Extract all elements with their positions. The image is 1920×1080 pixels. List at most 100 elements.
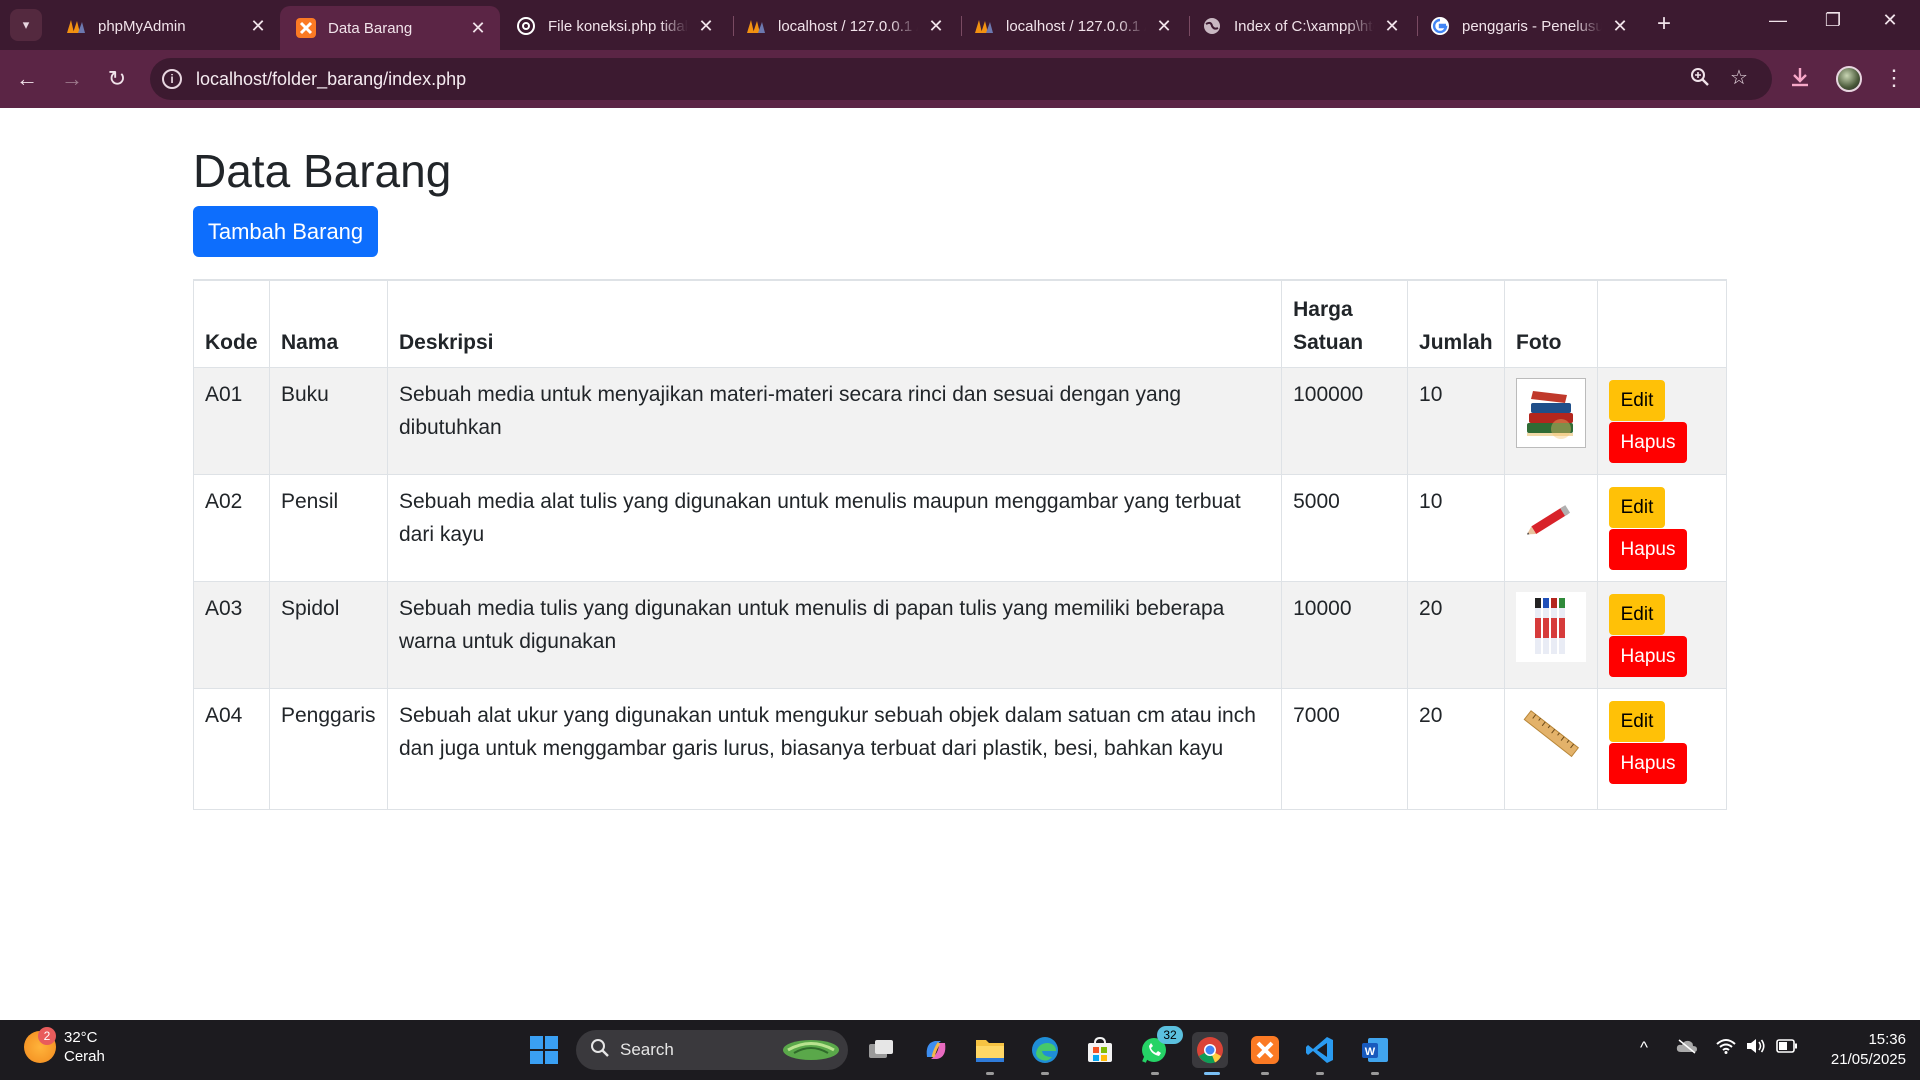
tab-localhost-1[interactable]: localhost / 127.0.0.1 / ✕ <box>730 6 958 46</box>
cell-deskripsi: Sebuah media tulis yang digunakan untuk … <box>386 581 1283 689</box>
chrome-icon[interactable] <box>1192 1032 1228 1068</box>
close-tab-icon[interactable]: ✕ <box>468 18 488 39</box>
close-tab-icon[interactable]: ✕ <box>248 16 268 37</box>
page-title: Data Barang <box>193 145 452 197</box>
battery-icon[interactable] <box>1776 1038 1798 1058</box>
edit-button[interactable]: Edit <box>1609 594 1665 635</box>
clock-time: 15:36 <box>1868 1031 1906 1048</box>
header-kode: Kode <box>193 279 270 368</box>
taskbar-search-box[interactable]: Search <box>576 1030 848 1070</box>
close-window-icon[interactable]: ✕ <box>1870 10 1910 31</box>
cell-foto <box>1504 688 1598 810</box>
pencil-image <box>1516 485 1586 555</box>
edit-button[interactable]: Edit <box>1609 487 1665 528</box>
cell-actions: Edit Hapus <box>1597 688 1727 810</box>
table-row: A04 Penggaris Sebuah alat ukur yang digu… <box>193 688 1727 810</box>
tab-chatgpt[interactable]: File koneksi.php tidak ✕ <box>500 6 728 46</box>
page-content: Data Barang Tambah Barang Kode Nama Desk… <box>0 108 1920 1020</box>
cell-jumlah: 10 <box>1407 474 1505 582</box>
menu-kebab-icon[interactable]: ⋮ <box>1883 65 1905 91</box>
weather-temp: 32°C <box>64 1029 98 1046</box>
cell-deskripsi: Sebuah media alat tulis yang digunakan u… <box>386 474 1283 582</box>
back-icon[interactable]: ← <box>13 65 41 93</box>
site-info-icon[interactable]: i <box>162 69 182 89</box>
books-image <box>1516 378 1586 448</box>
delete-button[interactable]: Hapus <box>1609 636 1687 677</box>
tab-search-button[interactable]: ▾ <box>10 9 42 41</box>
tab-google-search[interactable]: penggaris - Penelusur ✕ <box>1414 6 1642 46</box>
minimize-icon[interactable]: — <box>1758 10 1798 31</box>
running-indicator <box>986 1072 994 1075</box>
close-tab-icon[interactable]: ✕ <box>1382 16 1402 37</box>
ruler-image <box>1516 699 1586 769</box>
task-view-icon[interactable] <box>863 1032 899 1068</box>
tab-title: Index of C:\xampp\htd <box>1234 17 1374 35</box>
bookmark-star-icon[interactable]: ☆ <box>1730 65 1748 90</box>
close-tab-icon[interactable]: ✕ <box>1610 16 1630 37</box>
active-indicator <box>1204 1072 1220 1075</box>
tab-phpmyadmin[interactable]: phpMyAdmin ✕ <box>50 6 280 46</box>
weather-widget[interactable]: 2 32°C Cerah <box>24 1027 105 1066</box>
cell-actions: Edit Hapus <box>1597 581 1727 689</box>
forward-icon[interactable]: → <box>58 65 86 93</box>
edge-icon[interactable] <box>1027 1032 1063 1068</box>
tab-localhost-2[interactable]: localhost / 127.0.0.1 / ✕ <box>958 6 1186 46</box>
tab-title: penggaris - Penelusur <box>1462 17 1602 35</box>
wifi-icon[interactable] <box>1716 1038 1736 1059</box>
system-clock[interactable]: 15:36 21/05/2025 <box>1810 1030 1906 1070</box>
add-item-button[interactable]: Tambah Barang <box>193 206 378 257</box>
address-bar[interactable]: i localhost/folder_barang/index.php ☆ <box>150 58 1772 100</box>
zoom-icon[interactable] <box>1690 67 1710 93</box>
volume-icon[interactable] <box>1746 1038 1766 1059</box>
running-indicator <box>1151 1072 1159 1075</box>
cell-jumlah: 10 <box>1407 367 1505 475</box>
weather-badge: 2 <box>38 1027 56 1045</box>
cell-foto <box>1504 474 1598 582</box>
delete-button[interactable]: Hapus <box>1609 529 1687 570</box>
copilot-icon[interactable] <box>918 1032 954 1068</box>
edit-button[interactable]: Edit <box>1609 380 1665 421</box>
whatsapp-icon[interactable]: 32 <box>1137 1026 1183 1068</box>
close-tab-icon[interactable]: ✕ <box>926 16 946 37</box>
whatsapp-badge: 32 <box>1157 1026 1183 1044</box>
header-harga-satuan: Harga Satuan <box>1281 279 1409 368</box>
phpmyadmin-icon <box>974 16 994 36</box>
tab-data-barang[interactable]: Data Barang ✕ <box>280 6 500 50</box>
restore-icon[interactable]: ❐ <box>1813 10 1853 31</box>
onedrive-icon[interactable] <box>1676 1038 1698 1059</box>
cell-harga: 5000 <box>1281 474 1409 582</box>
table-row: A03 Spidol Sebuah media tulis yang digun… <box>193 581 1727 689</box>
url-text[interactable]: localhost/folder_barang/index.php <box>196 69 466 90</box>
profile-avatar[interactable] <box>1836 66 1862 92</box>
globe-icon <box>1202 16 1222 36</box>
downloads-icon[interactable] <box>1788 65 1812 95</box>
cell-nama: Buku <box>268 367 388 475</box>
xampp-icon <box>296 18 316 38</box>
cell-kode: A01 <box>193 367 270 475</box>
cell-deskripsi: Sebuah alat ukur yang digunakan untuk me… <box>386 688 1283 810</box>
search-icon <box>590 1038 610 1063</box>
xampp-taskbar-icon[interactable] <box>1247 1032 1283 1068</box>
show-hidden-icons-icon[interactable]: ^ <box>1640 1038 1648 1058</box>
header-jumlah: Jumlah <box>1407 279 1505 368</box>
delete-button[interactable]: Hapus <box>1609 422 1687 463</box>
file-explorer-icon[interactable] <box>972 1032 1008 1068</box>
header-actions <box>1597 279 1727 368</box>
tab-index-of[interactable]: Index of C:\xampp\htd ✕ <box>1186 6 1414 46</box>
running-indicator <box>1261 1072 1269 1075</box>
edit-button[interactable]: Edit <box>1609 701 1665 742</box>
new-tab-icon[interactable]: + <box>1650 10 1678 38</box>
close-tab-icon[interactable]: ✕ <box>1154 16 1174 37</box>
tab-title: File koneksi.php tidak <box>548 17 688 35</box>
cell-kode: A02 <box>193 474 270 582</box>
close-tab-icon[interactable]: ✕ <box>696 16 716 37</box>
microsoft-store-icon[interactable] <box>1082 1032 1118 1068</box>
word-icon[interactable]: W <box>1357 1032 1393 1068</box>
delete-button[interactable]: Hapus <box>1609 743 1687 784</box>
tab-title: localhost / 127.0.0.1 / <box>1006 17 1146 35</box>
cell-harga: 10000 <box>1281 581 1409 689</box>
windows-start-icon[interactable] <box>526 1032 562 1068</box>
vscode-icon[interactable] <box>1302 1032 1338 1068</box>
reload-icon[interactable]: ↻ <box>103 65 131 93</box>
header-foto: Foto <box>1504 279 1598 368</box>
